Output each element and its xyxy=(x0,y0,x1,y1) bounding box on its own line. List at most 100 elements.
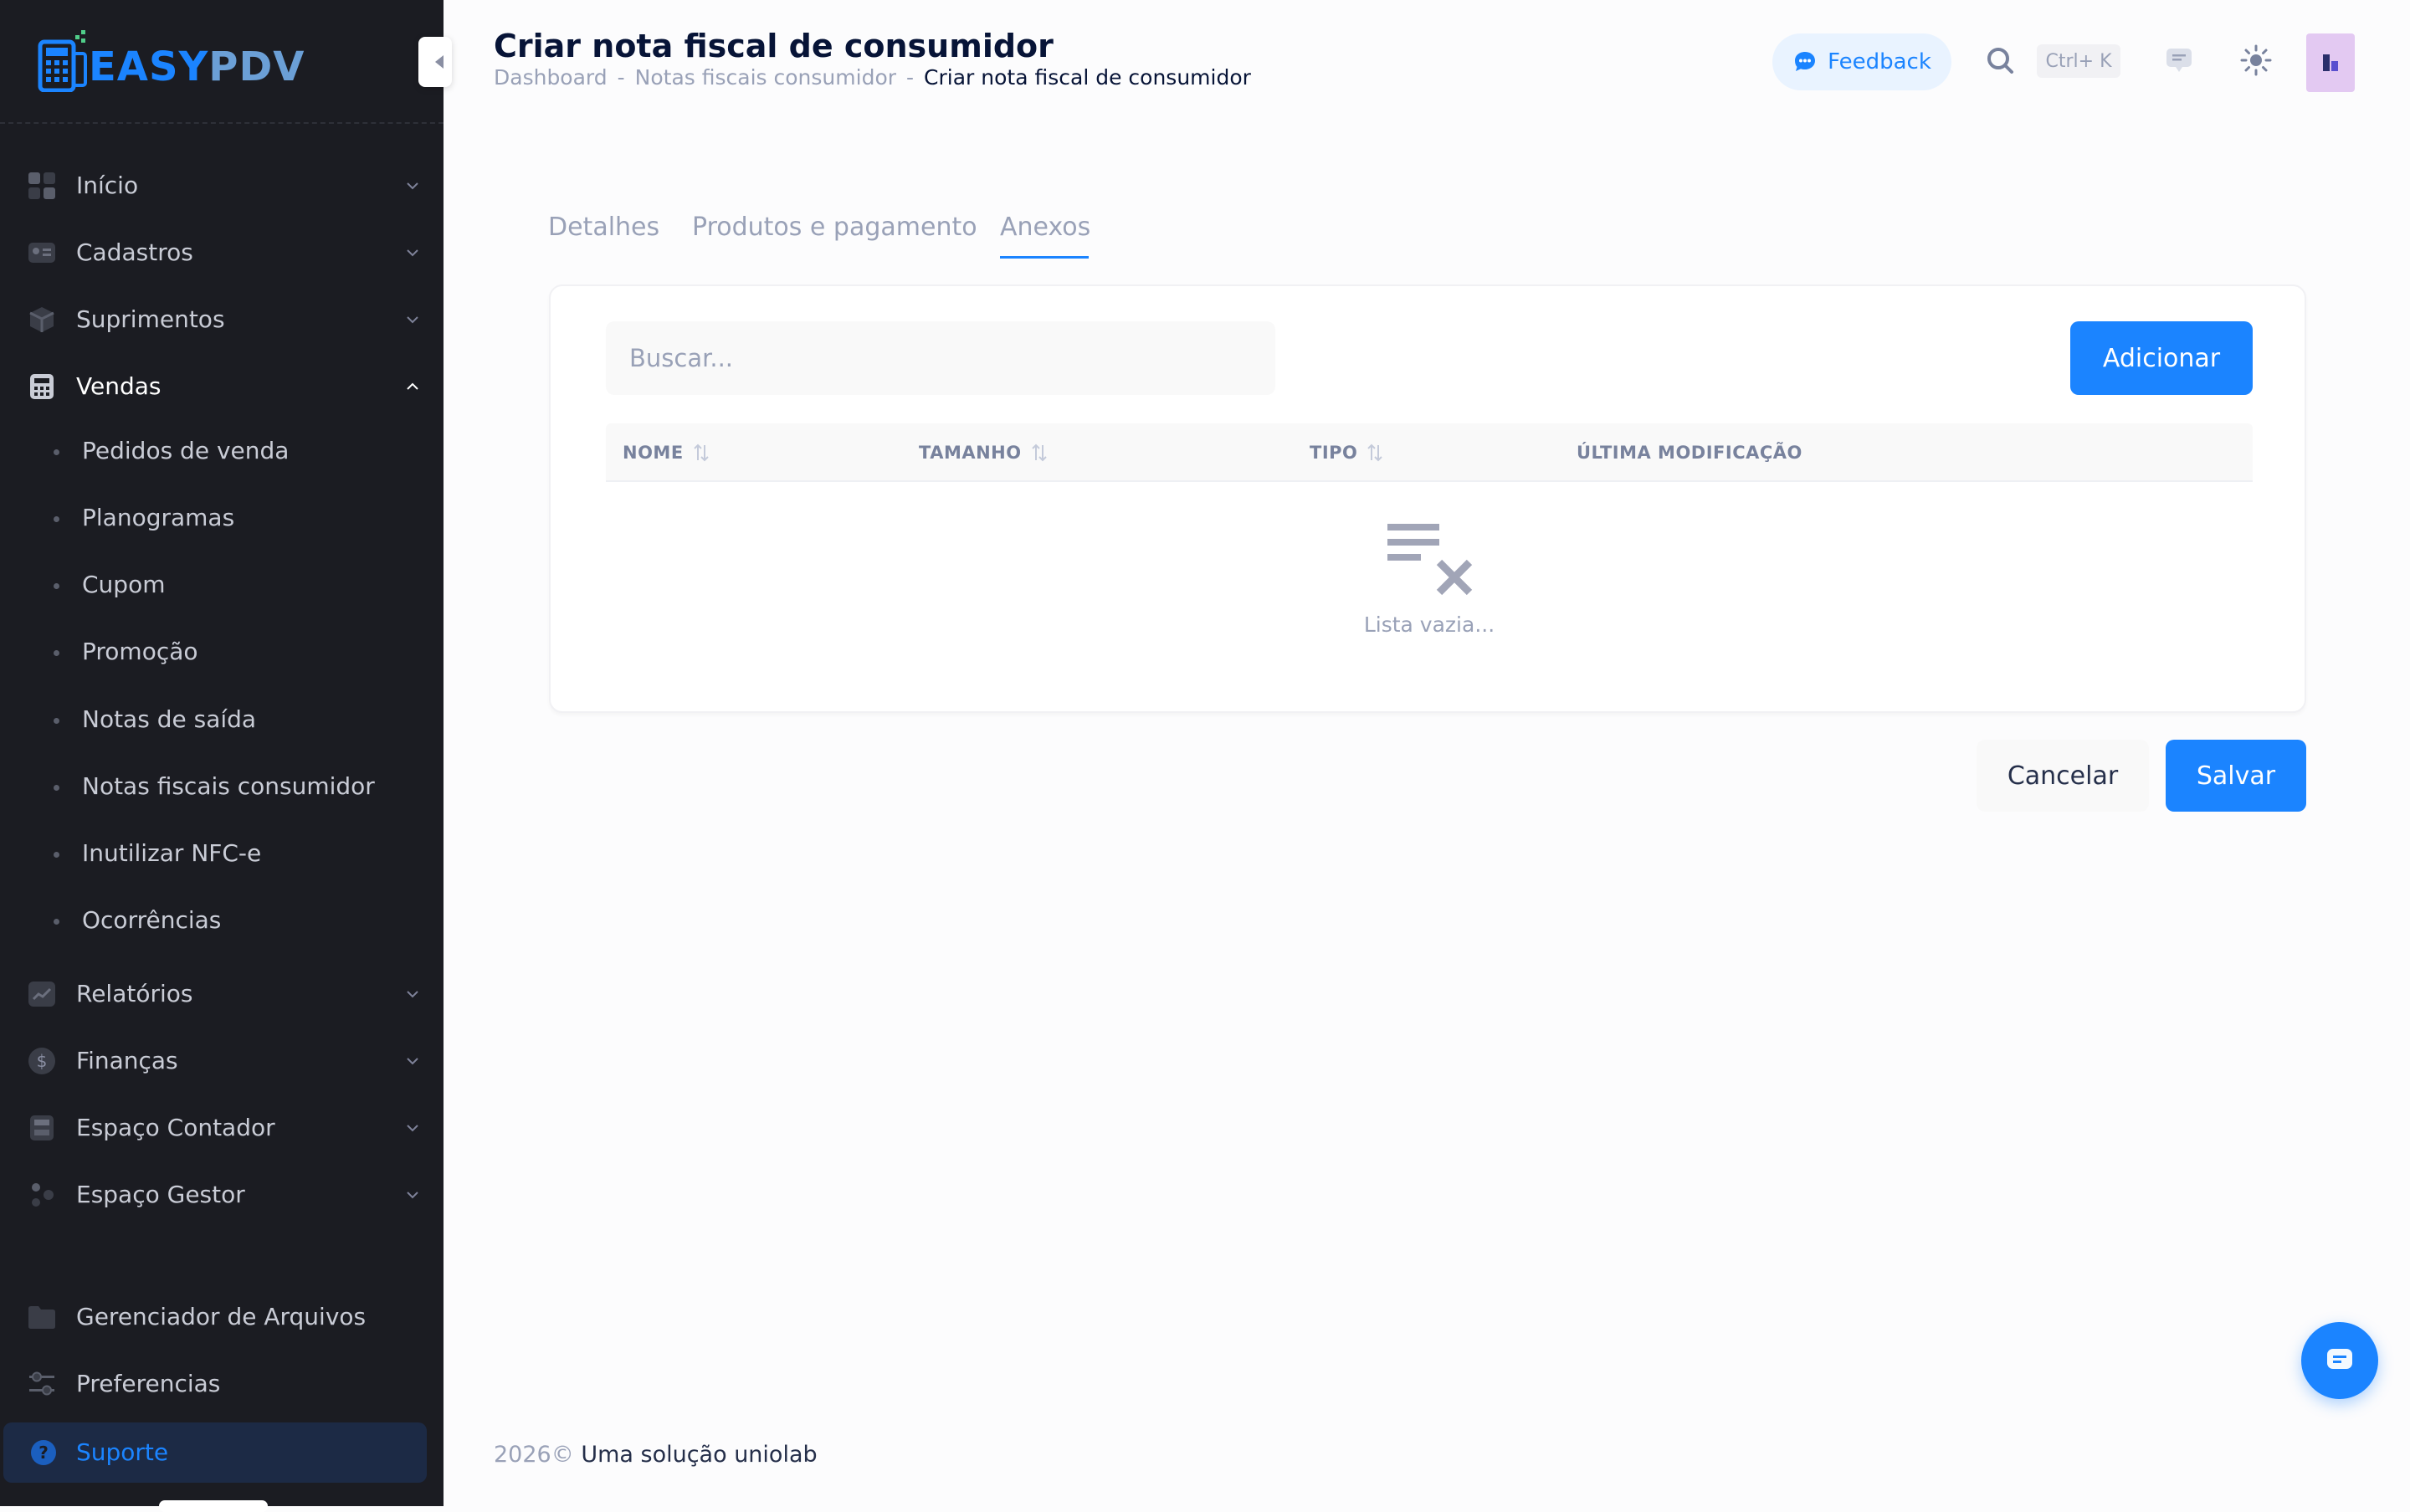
empty-list-icon xyxy=(1387,524,1473,596)
save-button[interactable]: Salvar xyxy=(2166,740,2306,812)
sidebar-subitem-label: Inutilizar NFC-e xyxy=(82,839,262,867)
sidebar: EASYPDV Início Cadastros Suprimentos Ven… xyxy=(0,0,452,1512)
column-label: TIPO xyxy=(1310,443,1358,463)
sidebar-item-label: Espaço Contador xyxy=(76,1114,275,1141)
sidebar-item-label: Espaço Gestor xyxy=(76,1181,245,1208)
breadcrumb-dashboard[interactable]: Dashboard xyxy=(494,65,608,90)
sliders-icon xyxy=(29,1371,54,1396)
column-tipo[interactable]: TIPO xyxy=(1310,442,1384,464)
sun-icon[interactable] xyxy=(2239,44,2273,77)
column-label: ÚLTIMA MODIFICAÇÃO xyxy=(1577,443,1802,463)
bullet xyxy=(54,516,59,522)
sidebar-item-suprimentos[interactable]: Suprimentos xyxy=(0,292,444,347)
column-label: TAMANHO xyxy=(919,443,1022,463)
bullet xyxy=(54,919,59,925)
sidebar-subitem-cupom[interactable]: Cupom xyxy=(0,561,444,611)
feedback-label: Feedback xyxy=(1828,49,1931,74)
bullet xyxy=(54,852,59,858)
tab-produtos-e-pagamento[interactable]: Produtos e pagamento xyxy=(692,211,977,244)
column-label: NOME xyxy=(623,443,684,463)
sidebar-subitem-ocorrencias[interactable]: Ocorrências xyxy=(0,896,444,946)
breadcrumb: Dashboard - Notas fiscais consumidor - Criar… xyxy=(494,65,1251,90)
svg-text:$: $ xyxy=(37,1051,48,1071)
sidebar-subitem-planogramas[interactable]: Planogramas xyxy=(0,494,444,544)
grid-icon xyxy=(28,172,55,199)
chevron-down-icon xyxy=(407,182,418,190)
sidebar-item-label: Finanças xyxy=(76,1047,178,1074)
sidebar-subitem-label: Planogramas xyxy=(82,504,235,531)
active-tab-indicator xyxy=(1000,256,1089,259)
sidebar-collapse-button[interactable] xyxy=(418,37,452,87)
bullet xyxy=(54,718,59,724)
sidebar-item-vendas[interactable]: Vendas xyxy=(0,359,444,414)
sort-icon xyxy=(1367,443,1383,462)
tab-detalhes[interactable]: Detalhes xyxy=(548,211,659,244)
sidebar-item-label: Início xyxy=(76,172,139,199)
cancel-button[interactable]: Cancelar xyxy=(1977,740,2149,812)
empty-state-text: Lista vazia... xyxy=(1363,612,1495,637)
chevron-down-icon xyxy=(407,1125,418,1132)
sidebar-item-label: Relatórios xyxy=(76,980,193,1007)
sidebar-subitem-label: Ocorrências xyxy=(82,906,222,934)
sidebar-subitem-promocao[interactable]: Promoção xyxy=(0,628,444,678)
bullet xyxy=(54,583,59,589)
logo[interactable]: EASYPDV xyxy=(0,0,444,124)
box-icon xyxy=(29,307,54,332)
message-icon[interactable] xyxy=(2164,45,2194,75)
id-card-icon xyxy=(28,243,55,263)
column-ultima-modificacao[interactable]: ÚLTIMA MODIFICAÇÃO xyxy=(1577,442,1802,464)
footer-credit[interactable]: Uma solução uniolab xyxy=(581,1442,817,1468)
sidebar-item-financas[interactable]: $ Finanças xyxy=(0,1033,444,1089)
breadcrumb-separator: - xyxy=(906,65,915,90)
sidebar-item-inicio[interactable]: Início xyxy=(0,158,444,213)
sidebar-subitem-label: Cupom xyxy=(82,571,166,598)
chat-icon xyxy=(2327,1349,2352,1369)
sidebar-scroll-handle[interactable] xyxy=(159,1500,268,1512)
sidebar-item-suporte[interactable]: ? Suporte xyxy=(3,1422,427,1483)
chevron-left-icon xyxy=(435,55,444,69)
chevron-down-icon xyxy=(407,1058,418,1065)
chevron-down-icon xyxy=(407,316,418,324)
sidebar-item-relatorios[interactable]: Relatórios xyxy=(0,966,444,1022)
footer: 2026© Uma solução uniolab xyxy=(494,1441,818,1469)
calculator-icon xyxy=(30,1115,54,1140)
sidebar-subitem-label: Notas de saída xyxy=(82,705,257,733)
attachments-card: Adicionar NOME TAMANHO TIPO ÚLTIMA MODIF… xyxy=(549,284,2306,713)
bullet xyxy=(54,650,59,656)
tab-anexos[interactable]: Anexos xyxy=(1000,211,1090,244)
sidebar-item-gerenciador-de-arquivos[interactable]: Gerenciador de Arquivos xyxy=(0,1289,444,1345)
sidebar-item-preferencias[interactable]: Preferencias xyxy=(0,1356,444,1412)
chevron-down-icon xyxy=(407,1192,418,1199)
sidebar-subitem-inutilizar-nfce[interactable]: Inutilizar NFC-e xyxy=(0,829,444,879)
svg-text:?: ? xyxy=(38,1443,49,1463)
breadcrumb-current: Criar nota fiscal de consumidor xyxy=(924,65,1251,90)
people-icon xyxy=(32,1183,54,1207)
search-icon[interactable] xyxy=(1985,45,2015,75)
sidebar-subitem-notas-de-saida[interactable]: Notas de saída xyxy=(0,695,444,746)
column-nome[interactable]: NOME xyxy=(623,442,710,464)
dollar-icon: $ xyxy=(28,1048,55,1074)
feedback-button[interactable]: Feedback xyxy=(1772,33,1951,90)
sidebar-item-espaco-gestor[interactable]: Espaço Gestor xyxy=(0,1167,444,1222)
search-input[interactable] xyxy=(606,321,1275,395)
brand-name: EASYPDV xyxy=(89,44,305,90)
sidebar-item-espaco-contador[interactable]: Espaço Contador xyxy=(0,1100,444,1156)
chevron-down-icon xyxy=(407,991,418,998)
breadcrumb-notas-fiscais[interactable]: Notas fiscais consumidor xyxy=(635,65,896,90)
sidebar-item-cadastros[interactable]: Cadastros xyxy=(0,225,444,280)
sidebar-subitem-pedidos-de-venda[interactable]: Pedidos de venda xyxy=(0,427,444,477)
sidebar-item-label: Gerenciador de Arquivos xyxy=(76,1303,367,1330)
sidebar-subitem-notas-fiscais-consumidor[interactable]: Notas fiscais consumidor xyxy=(0,762,444,812)
add-button[interactable]: Adicionar xyxy=(2070,321,2253,395)
sidebar-subitem-label: Promoção xyxy=(82,638,198,665)
sidebar-subitem-label: Notas fiscais consumidor xyxy=(82,772,375,800)
search-shortcut-badge: Ctrl+ K xyxy=(2037,44,2120,78)
column-tamanho[interactable]: TAMANHO xyxy=(919,442,1049,464)
bullet xyxy=(54,449,59,455)
sidebar-subitem-label: Pedidos de venda xyxy=(82,437,290,464)
floating-chat-button[interactable] xyxy=(2301,1322,2378,1399)
sidebar-item-label: Suprimentos xyxy=(76,305,225,333)
footer-year: 2026© xyxy=(494,1442,574,1468)
sidebar-item-label: Suporte xyxy=(76,1438,169,1466)
avatar[interactable] xyxy=(2306,33,2355,92)
